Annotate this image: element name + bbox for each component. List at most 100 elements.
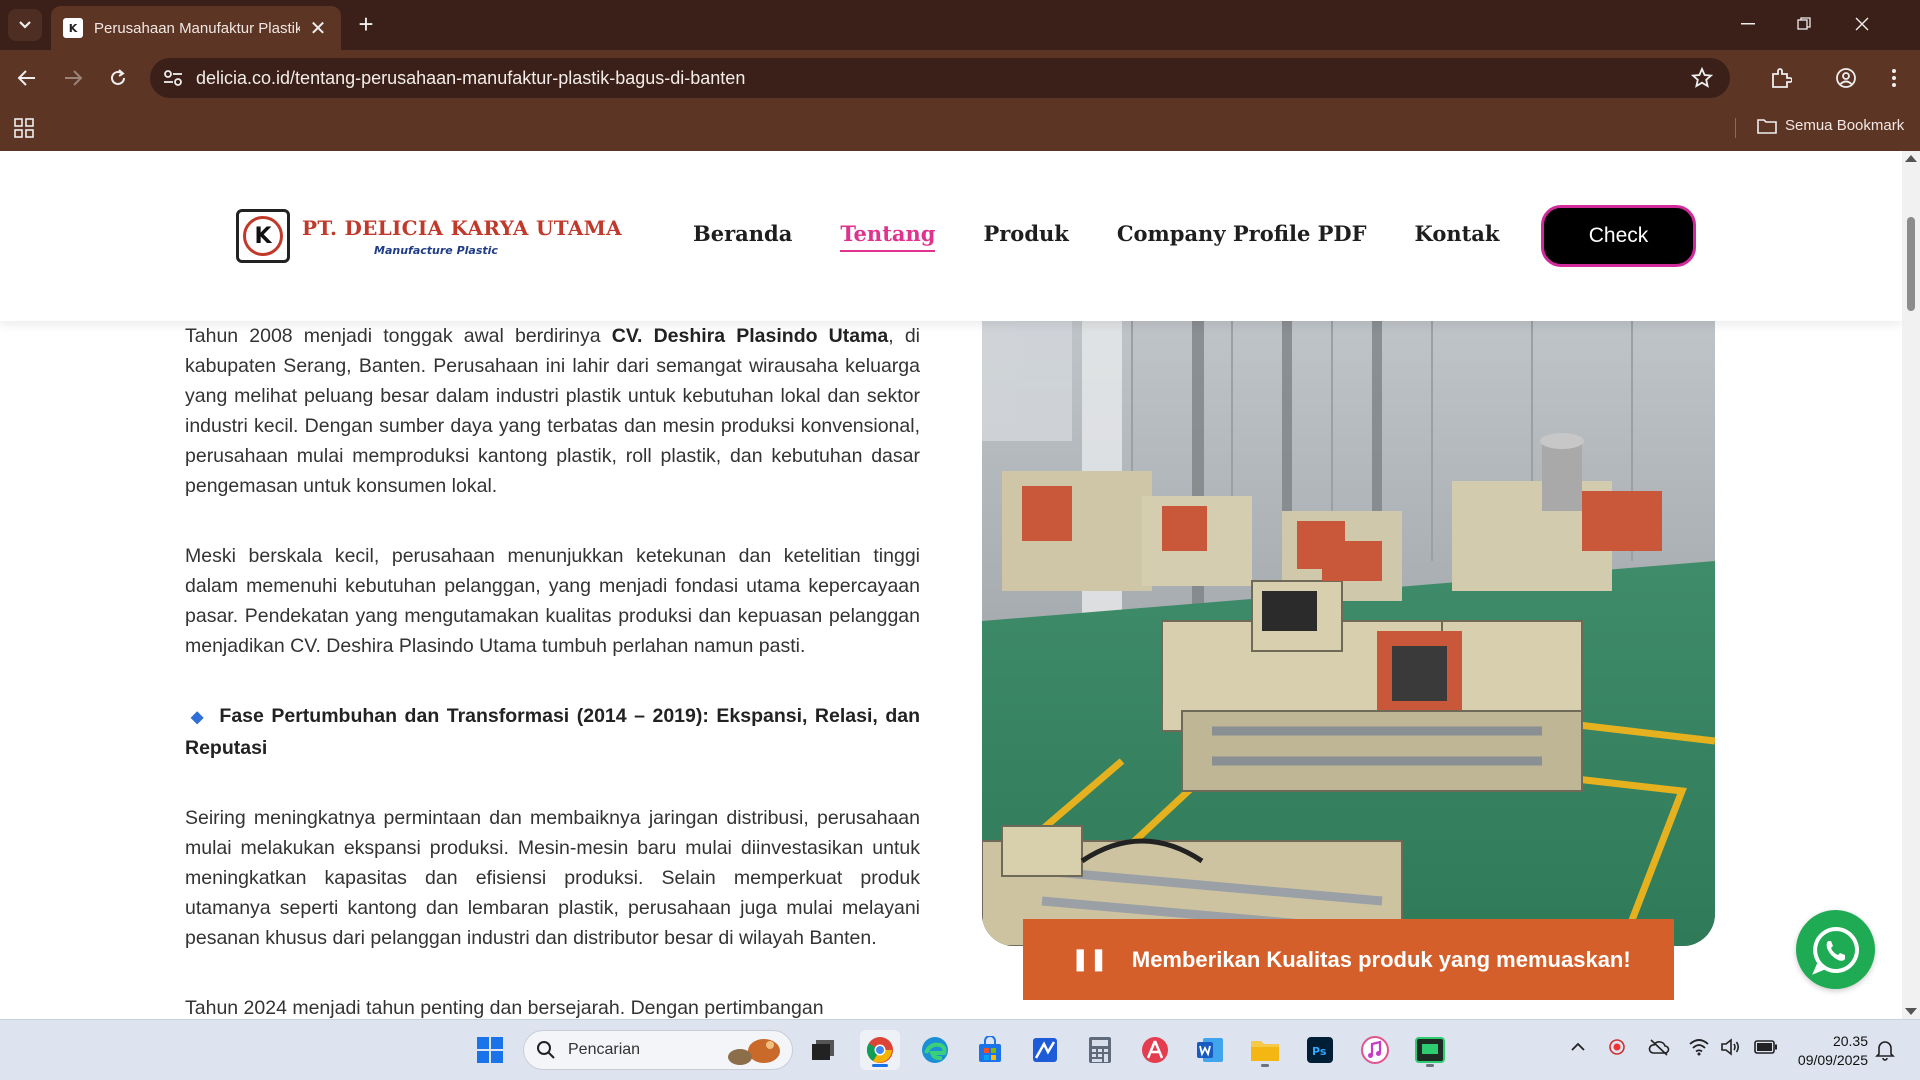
logo-mark: K (236, 209, 290, 263)
site-header: K PT. DELICIA KARYA UTAMA Manufacture Pl… (0, 151, 1902, 321)
wifi-icon[interactable] (1688, 1038, 1710, 1056)
battery-icon[interactable] (1754, 1040, 1778, 1054)
running-indicator (1261, 1064, 1269, 1067)
browser-menu-button[interactable] (1879, 63, 1909, 93)
arrow-right-icon (65, 70, 83, 86)
angular-icon (1142, 1037, 1168, 1063)
restore-button[interactable] (1776, 8, 1832, 40)
all-bookmarks-button[interactable]: Semua Bookmark (1757, 117, 1904, 134)
taskbar-search[interactable]: Pencarian (523, 1030, 793, 1070)
page-scrollbar[interactable] (1902, 151, 1920, 1019)
calculator-icon (1089, 1037, 1111, 1063)
paragraph-quality-focus: Meski berskala kecil, perusahaan menunju… (185, 545, 920, 657)
factory-machines-photo (982, 321, 1715, 946)
url-text[interactable]: delicia.co.id/tentang-perusahaan-manufak… (196, 68, 745, 89)
extensions-button[interactable] (1766, 63, 1796, 93)
scroll-thumb[interactable] (1907, 217, 1915, 311)
paragraph-text: , di kabupaten Serang, Banten. Perusahaa… (185, 325, 920, 497)
address-bar[interactable]: delicia.co.id/tentang-perusahaan-manufak… (150, 58, 1730, 98)
nav-produk[interactable]: Produk (983, 221, 1068, 246)
profile-button[interactable] (1831, 63, 1861, 93)
browser-chrome: K Perusahaan Manufaktur Plastik ✕ + deli… (0, 0, 1920, 151)
check-button[interactable]: Check (1541, 205, 1696, 267)
word-taskbar-icon[interactable] (1190, 1030, 1230, 1070)
active-indicator (872, 1064, 888, 1067)
new-tab-button[interactable]: + (352, 10, 380, 38)
paragraph-expansion: Seiring meningkatnya permintaan dan memb… (185, 807, 920, 949)
caption-text: Memberikan Kualitas produk yang memuaska… (1131, 946, 1631, 972)
main-nav: Beranda Tentang Produk Company Profile P… (693, 221, 1547, 252)
browser-toolbar: delicia.co.id/tentang-perusahaan-manufak… (0, 50, 1920, 106)
bookmark-bar: Semua Bookmark (0, 106, 1920, 151)
clock-date: 09/09/2025 (1797, 1052, 1868, 1068)
paragraph-2024: Tahun 2024 menjadi tahun penting dan ber… (185, 997, 824, 1019)
start-button[interactable] (470, 1030, 510, 1070)
factory-illustration (982, 321, 1715, 946)
calculator-taskbar-icon[interactable] (1080, 1030, 1120, 1070)
store-taskbar-icon[interactable] (970, 1030, 1010, 1070)
forward-button[interactable] (58, 63, 88, 93)
reload-button[interactable] (103, 63, 133, 93)
site-settings-icon[interactable] (162, 68, 184, 88)
clock-time: 20.35 (1832, 1033, 1868, 1049)
site-logo[interactable]: K PT. DELICIA KARYA UTAMA Manufacture Pl… (236, 209, 622, 263)
notification-button[interactable] (1870, 1030, 1900, 1070)
account-icon (1836, 68, 1856, 88)
tab-search-button[interactable] (8, 9, 42, 41)
nav-tentang[interactable]: Tentang (840, 221, 936, 252)
nav-beranda[interactable]: Beranda (693, 221, 792, 246)
phase-heading-text: Fase Pertumbuhan dan Transformasi (2014 … (185, 705, 920, 759)
tab-close-icon[interactable]: ✕ (308, 16, 328, 41)
minimize-button[interactable] (1720, 8, 1776, 40)
running-indicator (1426, 1064, 1434, 1067)
store-icon (979, 1036, 1001, 1062)
chevron-up-icon[interactable] (1570, 1041, 1586, 1053)
close-window-button[interactable] (1834, 8, 1890, 40)
minimize-icon (1741, 23, 1755, 25)
file-explorer-taskbar-icon[interactable] (1245, 1030, 1285, 1070)
chrome-taskbar-icon[interactable] (860, 1030, 900, 1070)
scroll-down-icon[interactable] (1905, 1008, 1917, 1015)
terminal-taskbar-icon[interactable] (1410, 1030, 1450, 1070)
logo-company-name: PT. DELICIA KARYA UTAMA (302, 215, 622, 240)
phase-heading: ◆ Fase Pertumbuhan dan Transformasi (2014… (185, 701, 920, 763)
tab-title: Perusahaan Manufaktur Plastik (94, 19, 300, 37)
browser-tab-active[interactable]: K Perusahaan Manufaktur Plastik ✕ (51, 6, 341, 50)
restore-icon (1797, 17, 1811, 30)
about-article: Tahun 2008 menjadi tonggak awal berdirin… (185, 321, 920, 1019)
nav-company-profile-pdf[interactable]: Company Profile PDF (1117, 221, 1367, 246)
photoshop-taskbar-icon[interactable]: Ps (1300, 1030, 1340, 1070)
record-icon[interactable] (1608, 1038, 1626, 1056)
search-highlight-icon (728, 1039, 780, 1065)
chrome-icon (866, 1037, 893, 1063)
cloud-offline-icon[interactable] (1648, 1038, 1670, 1056)
search-placeholder: Pencarian (568, 1041, 641, 1058)
itunes-taskbar-icon[interactable] (1355, 1030, 1395, 1070)
diamond-bullet-icon: ◆ (191, 709, 206, 726)
nav-kontak[interactable]: Kontak (1415, 221, 1500, 246)
site-favicon: K (63, 18, 83, 38)
company-name-bold: CV. Deshira Plasindo Utama (611, 325, 889, 347)
more-vertical-icon (1892, 69, 1896, 87)
angular-taskbar-icon[interactable] (1135, 1030, 1175, 1070)
word-icon (1197, 1038, 1223, 1062)
terminal-icon (1415, 1037, 1445, 1063)
folder-icon (1251, 1041, 1279, 1061)
quote-icon: ❚❚ (1071, 947, 1108, 972)
scroll-up-icon[interactable] (1905, 155, 1917, 162)
bookmark-star-icon[interactable] (1690, 66, 1714, 90)
chevron-down-icon (19, 21, 31, 29)
apps-grid-icon[interactable] (14, 118, 34, 138)
task-view-button[interactable] (803, 1030, 843, 1070)
taskbar-clock[interactable]: 20.35 09/09/2025 (1788, 1032, 1868, 1070)
back-button[interactable] (12, 63, 42, 93)
app-taskbar-icon-a[interactable] (1025, 1030, 1065, 1070)
logo-text: PT. DELICIA KARYA UTAMA Manufacture Plas… (302, 216, 622, 257)
paragraph-history-2008: Tahun 2008 menjadi tonggak awal berdirin… (185, 321, 920, 501)
windows-taskbar: Pencarian Ps 20.35 09/09/2025 (0, 1019, 1920, 1080)
whatsapp-chat-button[interactable] (1796, 910, 1875, 989)
volume-icon[interactable] (1720, 1038, 1742, 1056)
windows-logo-icon (477, 1037, 503, 1063)
search-icon (537, 1041, 555, 1059)
edge-taskbar-icon[interactable] (915, 1030, 955, 1070)
